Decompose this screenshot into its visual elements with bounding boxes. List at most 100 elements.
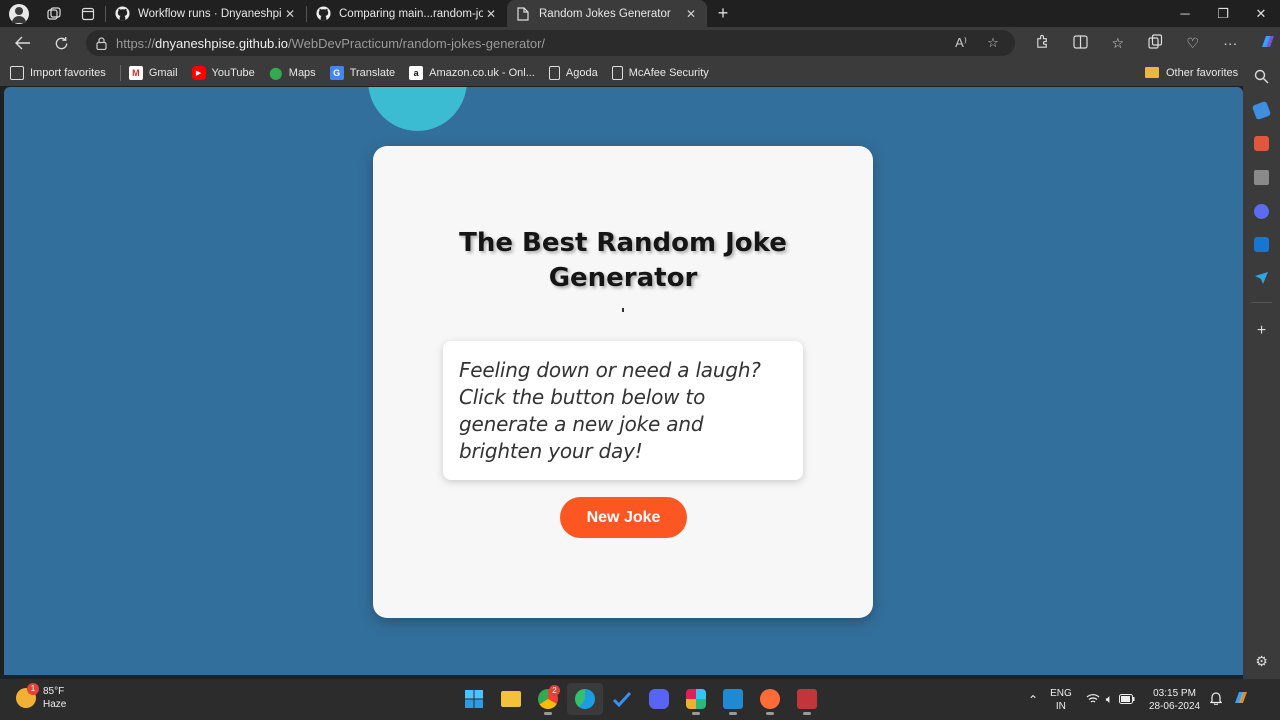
tools-icon[interactable] — [1254, 136, 1269, 151]
new-tab-button[interactable]: + — [707, 3, 739, 24]
url-text[interactable]: https://dnyaneshpise.github.io/WebDevPra… — [116, 36, 545, 51]
github-icon — [315, 6, 331, 22]
favorite-label: Maps — [288, 66, 316, 79]
gmail-icon: M — [128, 65, 143, 80]
url-prefix: https:// — [116, 35, 156, 51]
loader-mark — [622, 308, 624, 312]
tab-strip: Workflow runs · Dnyaneshpise/W ✕ Compari… — [0, 0, 1280, 27]
send-icon[interactable] — [1254, 270, 1269, 285]
weather-condition: Haze — [43, 699, 67, 710]
language-region: IN — [1055, 700, 1066, 712]
title-line-1: The Best Random Joke — [459, 228, 787, 258]
favorite-translate[interactable]: G Translate — [329, 65, 395, 80]
volume-icon[interactable]: 🔈︎ — [1106, 692, 1113, 707]
folder-icon — [1145, 67, 1159, 78]
refresh-icon[interactable] — [42, 27, 80, 59]
weather-temperature: 85°F — [43, 686, 65, 697]
games-icon[interactable] — [1254, 170, 1269, 185]
input-language[interactable]: ENG IN — [1050, 687, 1072, 713]
battery-icon[interactable] — [1118, 693, 1135, 707]
slack-app[interactable] — [678, 683, 714, 715]
chrome-app[interactable]: 2 — [530, 683, 566, 715]
favorite-youtube[interactable]: ▶ YouTube — [191, 65, 255, 80]
maximize-icon[interactable]: ❐ — [1204, 0, 1242, 27]
postman-icon — [760, 689, 780, 709]
read-aloud-icon[interactable]: A⁾ — [945, 35, 977, 51]
tab-workflow-runs[interactable]: Workflow runs · Dnyaneshpise/W ✕ — [106, 0, 306, 27]
show-hidden-icons-chevron-icon[interactable]: ⌃ — [1028, 693, 1038, 707]
favorite-maps[interactable]: ⬤ Maps — [269, 66, 316, 80]
windows-taskbar: 1 85°F Haze 2 ⌃ ENG IN 🔈︎ 03:15 PM 28-06… — [0, 679, 1280, 720]
search-icon[interactable] — [1254, 69, 1269, 84]
favorites-icon[interactable]: ☆ — [1099, 35, 1137, 52]
remote-app[interactable] — [789, 683, 825, 715]
translate-icon: G — [329, 65, 344, 80]
tab-random-jokes[interactable]: Random Jokes Generator ✕ — [507, 0, 707, 27]
decorative-circle — [368, 87, 467, 131]
vscode-app[interactable] — [715, 683, 751, 715]
system-clock[interactable]: 03:15 PM 28-06-2024 — [1149, 687, 1200, 713]
favorite-amazon[interactable]: a Amazon.co.uk - Onl... — [409, 65, 535, 80]
tab-comparing[interactable]: Comparing main...random-jokes ✕ — [307, 0, 507, 27]
wifi-icon[interactable] — [1086, 693, 1100, 707]
address-bar[interactable]: https://dnyaneshpise.github.io/WebDevPra… — [86, 30, 1015, 56]
toolbar: ☆ ♡ ··· — [1024, 27, 1280, 59]
folder-icon — [501, 691, 521, 707]
page-title: The Best Random Joke Generator — [373, 226, 873, 296]
vertical-tabs-icon[interactable] — [71, 0, 105, 27]
browser-essentials-icon[interactable]: ♡ — [1174, 35, 1212, 52]
microsoft-365-icon[interactable] — [1254, 204, 1269, 219]
split-screen-icon[interactable] — [1062, 34, 1100, 52]
favorites-bar: Import favorites M Gmail ▶ YouTube ⬤ Map… — [0, 59, 1280, 86]
settings-gear-icon[interactable]: ⚙ — [1254, 654, 1269, 669]
copilot-icon[interactable] — [1232, 689, 1250, 710]
lock-icon[interactable] — [86, 36, 116, 50]
copilot-icon[interactable] — [1249, 33, 1280, 54]
start-button[interactable] — [456, 683, 492, 715]
window-controls: ─ ❐ ✕ — [1166, 0, 1280, 27]
edge-icon — [575, 689, 595, 709]
other-favorites[interactable]: Other favorites — [1145, 59, 1238, 86]
other-favorites-label: Other favorites — [1166, 66, 1239, 79]
file-explorer-app[interactable] — [493, 683, 529, 715]
more-options-icon[interactable]: ··· — [1212, 35, 1250, 51]
title-line-2: Generator — [548, 263, 698, 293]
favorite-gmail[interactable]: M Gmail — [128, 65, 178, 80]
joke-card: The Best Random Joke Generator Feeling d… — [373, 146, 873, 618]
profile-avatar-icon[interactable] — [9, 3, 29, 24]
add-icon[interactable]: + — [1254, 323, 1269, 339]
extensions-icon[interactable] — [1024, 34, 1062, 52]
back-icon[interactable] — [4, 27, 42, 59]
favorite-star-icon[interactable]: ☆ — [977, 35, 1009, 51]
discord-app[interactable] — [641, 683, 677, 715]
weather-widget[interactable]: 1 85°F Haze — [16, 683, 67, 711]
minimize-icon[interactable]: ─ — [1166, 0, 1204, 27]
url-path: /WebDevPracticum/random-jokes-generator/ — [288, 35, 546, 51]
tab-close-icon[interactable]: ✕ — [282, 7, 298, 21]
favorite-mcafee[interactable]: McAfee Security — [611, 65, 709, 80]
outlook-icon[interactable] — [1254, 237, 1269, 252]
sidebar-divider — [1251, 302, 1272, 303]
tab-title: Workflow runs · Dnyaneshpise/W — [138, 7, 282, 20]
chrome-badge: 2 — [549, 685, 560, 696]
favorites-separator — [119, 64, 121, 81]
tab-close-icon[interactable]: ✕ — [683, 7, 699, 21]
windows-logo-icon — [465, 690, 483, 708]
favorite-agoda[interactable]: Agoda — [548, 65, 598, 80]
collections-icon[interactable] — [1137, 34, 1175, 52]
page-icon — [515, 6, 531, 22]
notification-badge: 1 — [27, 683, 39, 695]
edge-app[interactable] — [567, 683, 603, 715]
favorite-label: YouTube — [211, 66, 255, 79]
tab-close-icon[interactable]: ✕ — [483, 7, 499, 21]
slack-icon — [686, 689, 706, 709]
notification-bell-icon[interactable] — [1209, 691, 1223, 708]
workspaces-icon[interactable] — [37, 0, 71, 27]
close-window-icon[interactable]: ✕ — [1242, 0, 1280, 27]
favorite-import[interactable]: Import favorites — [10, 65, 106, 80]
todo-app[interactable] — [604, 683, 640, 715]
tab-title: Random Jokes Generator — [539, 7, 671, 20]
postman-app[interactable] — [752, 683, 788, 715]
new-joke-button[interactable]: New Joke — [560, 497, 687, 538]
shopping-tag-icon[interactable] — [1251, 100, 1272, 121]
